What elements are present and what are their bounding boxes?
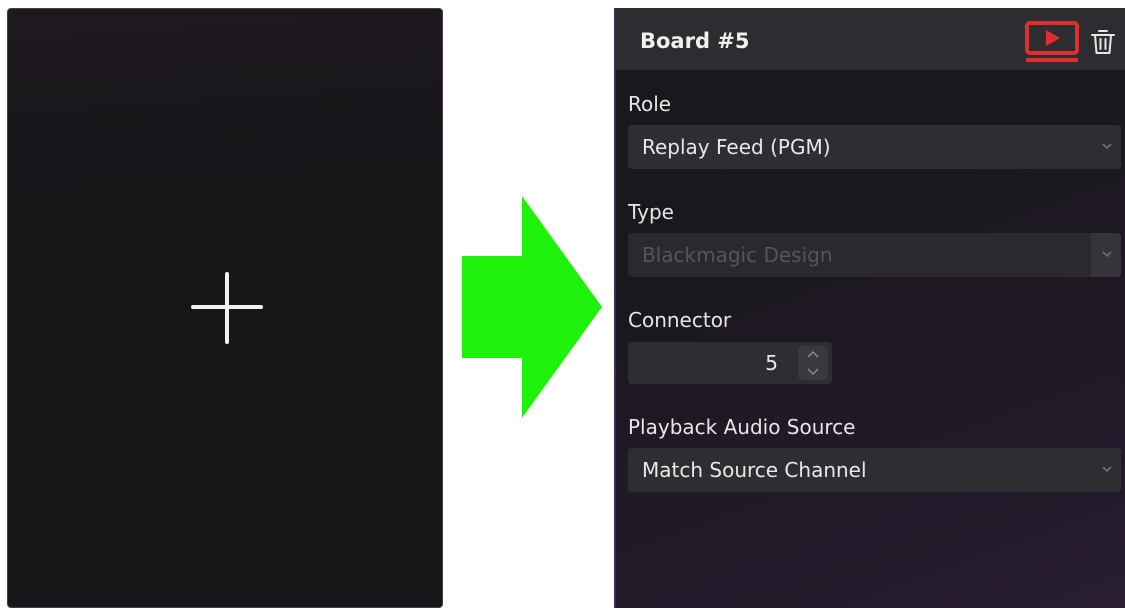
connector-value: 5	[765, 351, 778, 375]
plus-icon	[191, 272, 263, 344]
chevron-down-icon	[1102, 143, 1112, 150]
panel-title: Board #5	[640, 29, 750, 53]
connector-stepper[interactable]: 5	[628, 342, 832, 384]
panel-header: Board #5	[616, 8, 1125, 70]
live-preview-button[interactable]	[1024, 20, 1080, 64]
stepper-arrows	[798, 346, 828, 380]
arrow-right-icon	[462, 196, 602, 418]
trash-icon	[1091, 30, 1115, 54]
play-screen-icon	[1025, 21, 1079, 62]
chevron-down-icon	[1102, 251, 1112, 258]
role-label: Role	[628, 92, 672, 116]
delete-board-button[interactable]	[1090, 28, 1116, 56]
chevron-down-icon	[1102, 466, 1112, 473]
add-board-card[interactable]	[7, 8, 443, 608]
audio-source-value: Match Source Channel	[642, 458, 867, 482]
board-settings-panel: Board #5 Role Replay Feed (PGM) Type Bla…	[614, 8, 1125, 608]
type-value: Blackmagic Design	[642, 243, 833, 267]
audio-source-select[interactable]: Match Source Channel	[628, 448, 1121, 492]
chevron-up-icon	[807, 350, 819, 358]
connector-label: Connector	[628, 308, 732, 332]
role-select[interactable]: Replay Feed (PGM)	[628, 125, 1121, 169]
audio-source-label: Playback Audio Source	[628, 415, 856, 439]
role-value: Replay Feed (PGM)	[642, 135, 831, 159]
type-label: Type	[628, 200, 674, 224]
stepper-decrement-button[interactable]	[798, 363, 828, 380]
stepper-increment-button[interactable]	[798, 346, 828, 363]
chevron-down-icon	[807, 368, 819, 376]
type-select: Blackmagic Design	[628, 233, 1121, 277]
